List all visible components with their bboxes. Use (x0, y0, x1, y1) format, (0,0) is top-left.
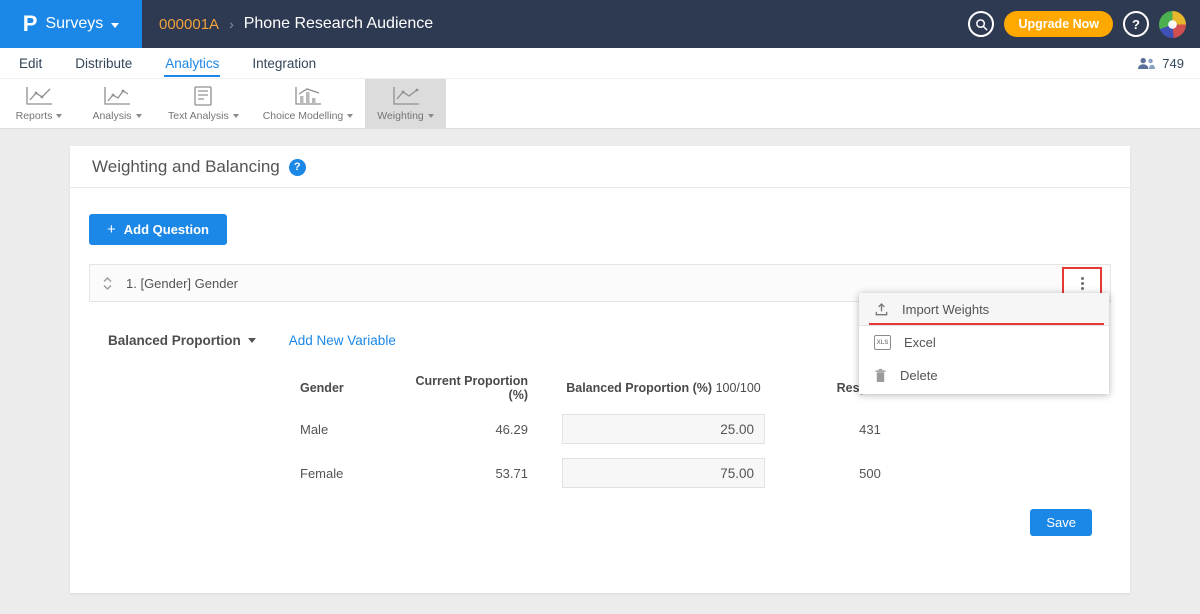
chevron-down-icon (56, 114, 62, 118)
tab-text-analysis[interactable]: Text Analysis (156, 79, 251, 128)
header-current-proportion: Current Proportion (%) (403, 374, 528, 402)
add-question-button[interactable]: + Add Question (89, 214, 227, 245)
add-new-variable-link[interactable]: Add New Variable (289, 333, 396, 348)
question-context-menu: Import Weights XLS Excel Delete (859, 293, 1109, 394)
card-header: Weighting and Balancing ? (70, 146, 1130, 188)
table-row: Female 53.71 500 (300, 451, 1111, 495)
app-header: P Surveys 000001A › Phone Research Audie… (0, 0, 1200, 48)
breadcrumb: 000001A › Phone Research Audience (159, 15, 433, 33)
header-balanced-proportion: Balanced Proportion (%) 100/100 (562, 381, 765, 395)
menu-item-label: Import Weights (902, 302, 989, 317)
weighting-card: Weighting and Balancing ? + Add Question… (70, 146, 1130, 593)
survey-nav: Edit Distribute Analytics Integration 74… (0, 48, 1200, 79)
header-gender: Gender (300, 381, 403, 395)
responses-count: 749 (1162, 56, 1184, 71)
balanced-proportion-input[interactable] (562, 414, 765, 444)
question-mark-icon: ? (1132, 17, 1140, 32)
tab-label: Choice Modelling (263, 110, 344, 122)
trash-icon (874, 368, 887, 383)
cell-current-proportion: 53.71 (403, 466, 528, 481)
surveys-product-menu[interactable]: P Surveys (0, 0, 142, 48)
nav-item-integration[interactable]: Integration (251, 49, 317, 77)
tab-label: Weighting (377, 110, 424, 122)
table-row: Male 46.29 431 (300, 407, 1111, 451)
cell-gender: Male (300, 422, 403, 437)
menu-item-delete[interactable]: Delete (859, 359, 1109, 392)
header-balanced-total: 100/100 (716, 381, 761, 395)
save-row: Save (89, 509, 1111, 536)
nav-item-analytics[interactable]: Analytics (164, 49, 220, 77)
nav-item-distribute[interactable]: Distribute (74, 49, 133, 77)
add-question-label: Add Question (124, 222, 209, 237)
upgrade-now-button[interactable]: Upgrade Now (1004, 11, 1113, 37)
balanced-proportion-label: Balanced Proportion (108, 333, 241, 348)
tab-reports[interactable]: Reports (0, 79, 78, 128)
tab-analysis[interactable]: Analysis (78, 79, 156, 128)
menu-item-import-weights[interactable]: Import Weights (859, 293, 1109, 326)
kebab-menu-icon (1081, 277, 1084, 290)
cell-gender: Female (300, 466, 403, 481)
line-chart-icon (102, 85, 132, 107)
product-name: Surveys (45, 15, 103, 33)
save-button[interactable]: Save (1030, 509, 1092, 536)
theme-palette-icon[interactable] (1159, 11, 1186, 38)
tab-choice-modelling[interactable]: Choice Modelling (251, 79, 366, 128)
document-icon (191, 85, 215, 107)
search-button[interactable] (968, 11, 994, 37)
chevron-down-icon (347, 114, 353, 118)
cell-responses: 500 (795, 466, 945, 481)
menu-item-label: Excel (904, 335, 936, 350)
collapse-icon (101, 276, 114, 291)
breadcrumb-separator-icon: › (229, 16, 234, 32)
weighting-table: Gender Current Proportion (%) Balanced P… (89, 377, 1111, 495)
page-title: Weighting and Balancing (92, 157, 280, 177)
chevron-down-icon (233, 114, 239, 118)
help-icon[interactable]: ? (289, 159, 306, 176)
line-chart-icon (391, 85, 421, 107)
header-actions: Upgrade Now ? (968, 11, 1200, 38)
tab-weighting[interactable]: Weighting (365, 79, 446, 128)
balanced-proportion-dropdown[interactable]: Balanced Proportion (108, 333, 256, 348)
bar-line-chart-icon (293, 85, 323, 107)
tab-label: Analysis (92, 110, 131, 122)
xls-icon: XLS (874, 335, 891, 350)
annotation-underline (869, 323, 1104, 325)
chevron-down-icon (248, 338, 256, 343)
brand-logo: P (23, 13, 38, 35)
nav-item-edit[interactable]: Edit (18, 49, 43, 77)
responses-counter: 749 (1137, 56, 1184, 71)
upload-icon (874, 302, 889, 317)
chevron-down-icon (111, 23, 119, 28)
chevron-down-icon (136, 114, 142, 118)
cell-current-proportion: 46.29 (403, 422, 528, 437)
header-balanced-label: Balanced Proportion (%) (566, 381, 712, 395)
balanced-proportion-input[interactable] (562, 458, 765, 488)
help-button[interactable]: ? (1123, 11, 1149, 37)
survey-id[interactable]: 000001A (159, 16, 219, 33)
plus-icon: + (107, 221, 116, 238)
chevron-down-icon (428, 114, 434, 118)
collapse-button[interactable] (101, 276, 114, 291)
analytics-toolbar: Reports Analysis Text Analysis Choice Mo… (0, 79, 1200, 129)
people-icon (1137, 57, 1156, 70)
cell-responses: 431 (795, 422, 945, 437)
question-label: 1. [Gender] Gender (126, 276, 238, 291)
line-chart-icon (24, 85, 54, 107)
tab-label: Text Analysis (168, 110, 229, 122)
survey-title: Phone Research Audience (244, 15, 433, 33)
tab-label: Reports (16, 110, 53, 122)
search-icon (975, 18, 988, 31)
menu-item-label: Delete (900, 368, 938, 383)
menu-item-excel[interactable]: XLS Excel (859, 326, 1109, 359)
